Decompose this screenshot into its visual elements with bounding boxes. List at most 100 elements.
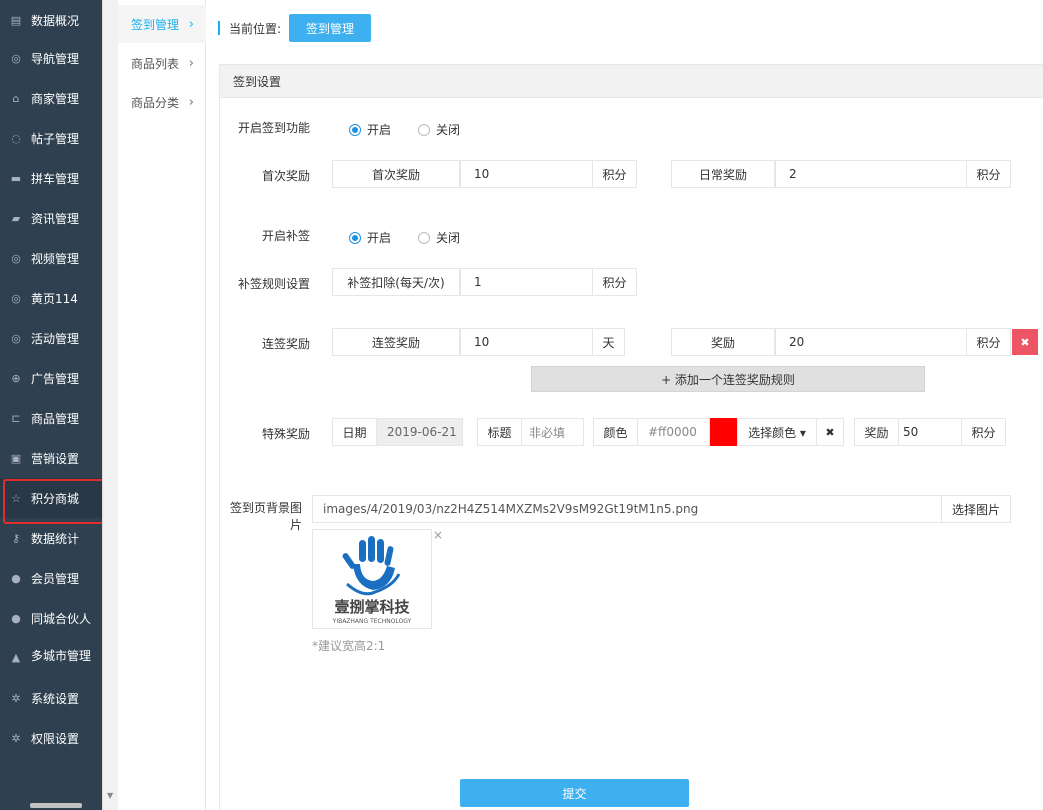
- streak-reward-input[interactable]: 20: [775, 328, 967, 356]
- choose-image-button[interactable]: 选择图片: [941, 495, 1011, 523]
- sidebar-item-members[interactable]: ● 会员管理: [0, 558, 102, 598]
- subnav-item-label: 签到管理: [131, 17, 180, 32]
- streak-addon: 连签奖励: [332, 328, 460, 356]
- special-reward-addon: 奖励: [854, 418, 899, 446]
- sign-enable-on-radio[interactable]: 开启: [349, 121, 391, 138]
- chevron-right-icon: ›: [188, 55, 194, 71]
- subnav-item-label: 商品分类: [131, 95, 180, 110]
- radio-label: 开启: [367, 231, 392, 245]
- sidebar-item-label: 视频管理: [31, 251, 80, 266]
- makeup-rule-unit: 积分: [592, 268, 637, 296]
- streak-label: 连签奖励: [261, 337, 310, 351]
- special-date-input[interactable]: 2019-06-21: [376, 418, 463, 446]
- sidebar-horizontal-scrollbar[interactable]: [0, 800, 102, 810]
- delete-streak-button[interactable]: ✖: [1012, 329, 1038, 355]
- subnav-item-sign-in[interactable]: 签到管理 ›: [118, 5, 206, 43]
- compass-icon: ◎: [11, 291, 21, 305]
- breadcrumb: 当前位置: 签到管理: [218, 14, 372, 42]
- radio-checked-icon: [349, 123, 361, 136]
- special-color-addon: 颜色: [593, 418, 638, 446]
- main-sidebar: ▤ 数据概况 ◎ 导航管理 ⌂ 商家管理 ◌ 帖子管理 ▬ 拼车管理 ▰ 资讯管…: [0, 0, 102, 810]
- first-reward-label: 首次奖励: [261, 169, 310, 183]
- sidebar-item-videos[interactable]: ◎ 视频管理: [0, 238, 102, 278]
- image-size-tip: *建议宽高2:1: [312, 639, 386, 653]
- book-icon: ▰: [11, 211, 21, 225]
- radio-label: 关闭: [436, 123, 461, 137]
- radio-unchecked-icon: [418, 123, 430, 136]
- subnav-item-categories[interactable]: 商品分类 ›: [118, 83, 206, 121]
- remove-image-icon[interactable]: ×: [433, 528, 443, 542]
- special-reward-label: 特殊奖励: [261, 427, 310, 441]
- scroll-down-icon[interactable]: ▼: [107, 791, 113, 800]
- sidebar-item-permissions[interactable]: ✲ 权限设置: [0, 718, 102, 758]
- subnav-item-product-list[interactable]: 商品列表 ›: [118, 44, 206, 82]
- sidebar-item-label: 资讯管理: [31, 211, 80, 226]
- sidebar-item-label: 会员管理: [31, 571, 80, 586]
- sidebar-item-label: 广告管理: [31, 371, 80, 386]
- makeup-rule-addon: 补签扣除(每天/次): [332, 268, 460, 296]
- makeup-enable-off-radio[interactable]: 关闭: [418, 229, 460, 246]
- logo-english-text: YIBAZHANG TECHNOLOGY: [332, 618, 412, 625]
- sidebar-item-label: 同城合伙人: [31, 611, 92, 626]
- submit-button[interactable]: 提交: [460, 779, 689, 807]
- radio-unchecked-icon: [418, 231, 430, 244]
- breadcrumb-label: 当前位置:: [229, 21, 282, 36]
- sidebar-item-label: 权限设置: [31, 731, 80, 746]
- sidebar-item-partners[interactable]: ● 同城合伙人: [0, 598, 102, 638]
- main-content: 当前位置: 签到管理 签到设置 开启签到功能 开启 关闭 首次奖励 首次奖励 1…: [206, 0, 1043, 810]
- radio-checked-icon: [349, 231, 361, 244]
- sidebar-item-label: 拼车管理: [31, 171, 80, 186]
- comment-icon: ◌: [11, 131, 21, 145]
- sidebar-item-navigation[interactable]: ◎ 导航管理: [0, 38, 102, 78]
- dashboard-icon: ▤: [10, 13, 22, 27]
- sidebar-item-products[interactable]: ⊏ 商品管理: [0, 398, 102, 438]
- settings-panel: 签到设置 开启签到功能 开启 关闭 首次奖励 首次奖励 10 积分 日常奖励 2…: [219, 64, 1043, 810]
- clear-color-button[interactable]: ✖: [816, 418, 844, 446]
- sidebar-item-system-settings[interactable]: ✲ 系统设置: [0, 678, 102, 718]
- scrollbar-thumb[interactable]: [30, 803, 82, 808]
- daily-reward-input[interactable]: 2: [775, 160, 967, 188]
- users-icon: ●: [11, 611, 21, 625]
- sidebar-scrollbar[interactable]: ▼: [102, 0, 118, 810]
- sign-enable-off-radio[interactable]: 关闭: [418, 121, 460, 138]
- choose-color-button[interactable]: 选择颜色 ▾: [737, 418, 817, 446]
- compass-icon: ◎: [11, 331, 21, 345]
- sidebar-item-yellow-pages[interactable]: ◎ 黄页114: [0, 278, 102, 318]
- radio-label: 关闭: [436, 231, 461, 245]
- bank-icon: ⌂: [12, 91, 20, 105]
- special-title-input[interactable]: 非必填: [521, 418, 584, 446]
- gift-icon: ▣: [10, 451, 22, 465]
- sidebar-item-dashboard[interactable]: ▤ 数据概况: [0, 0, 102, 40]
- sidebar-item-label: 商品管理: [31, 411, 80, 426]
- sidebar-item-activities[interactable]: ◎ 活动管理: [0, 318, 102, 358]
- sidebar-item-marketing[interactable]: ▣ 营销设置: [0, 438, 102, 478]
- gear-icon: ✲: [11, 731, 21, 745]
- sidebar-item-carpool[interactable]: ▬ 拼车管理: [0, 158, 102, 198]
- sidebar-item-label: 数据统计: [31, 531, 80, 546]
- special-reward-input[interactable]: 50: [898, 418, 962, 446]
- special-color-input[interactable]: #ff0000: [637, 418, 710, 446]
- first-reward-input[interactable]: 10: [460, 160, 593, 188]
- bg-image-preview: 壹捌掌科技 YIBAZHANG TECHNOLOGY: [312, 529, 432, 629]
- user-icon: ●: [11, 571, 21, 585]
- sidebar-item-label: 帖子管理: [31, 131, 80, 146]
- makeup-enable-on-radio[interactable]: 开启: [349, 229, 391, 246]
- sidebar-item-label: 营销设置: [31, 451, 80, 466]
- bg-image-path-input[interactable]: images/4/2019/03/nz2H4Z514MXZMs2V9sM92Gt…: [312, 495, 942, 523]
- makeup-rule-input[interactable]: 1: [460, 268, 593, 296]
- subnav-item-label: 商品列表: [131, 56, 180, 71]
- sidebar-item-statistics[interactable]: ⚷ 数据统计: [0, 518, 102, 558]
- special-date-addon: 日期: [332, 418, 377, 446]
- sidebar-item-ads[interactable]: ⊕ 广告管理: [0, 358, 102, 398]
- breadcrumb-current-button[interactable]: 签到管理: [289, 14, 372, 42]
- special-reward-unit: 积分: [961, 418, 1006, 446]
- sidebar-item-posts[interactable]: ◌ 帖子管理: [0, 118, 102, 158]
- streak-reward-addon: 奖励: [671, 328, 775, 356]
- makeup-enable-label: 开启补签: [261, 229, 310, 243]
- daily-reward-addon: 日常奖励: [671, 160, 775, 188]
- sidebar-item-news[interactable]: ▰ 资讯管理: [0, 198, 102, 238]
- streak-days-input[interactable]: 10: [460, 328, 593, 356]
- gear-icon: ✲: [11, 691, 21, 705]
- sidebar-item-merchants[interactable]: ⌂ 商家管理: [0, 78, 102, 118]
- add-streak-rule-button[interactable]: + 添加一个连签奖励规则: [531, 366, 925, 392]
